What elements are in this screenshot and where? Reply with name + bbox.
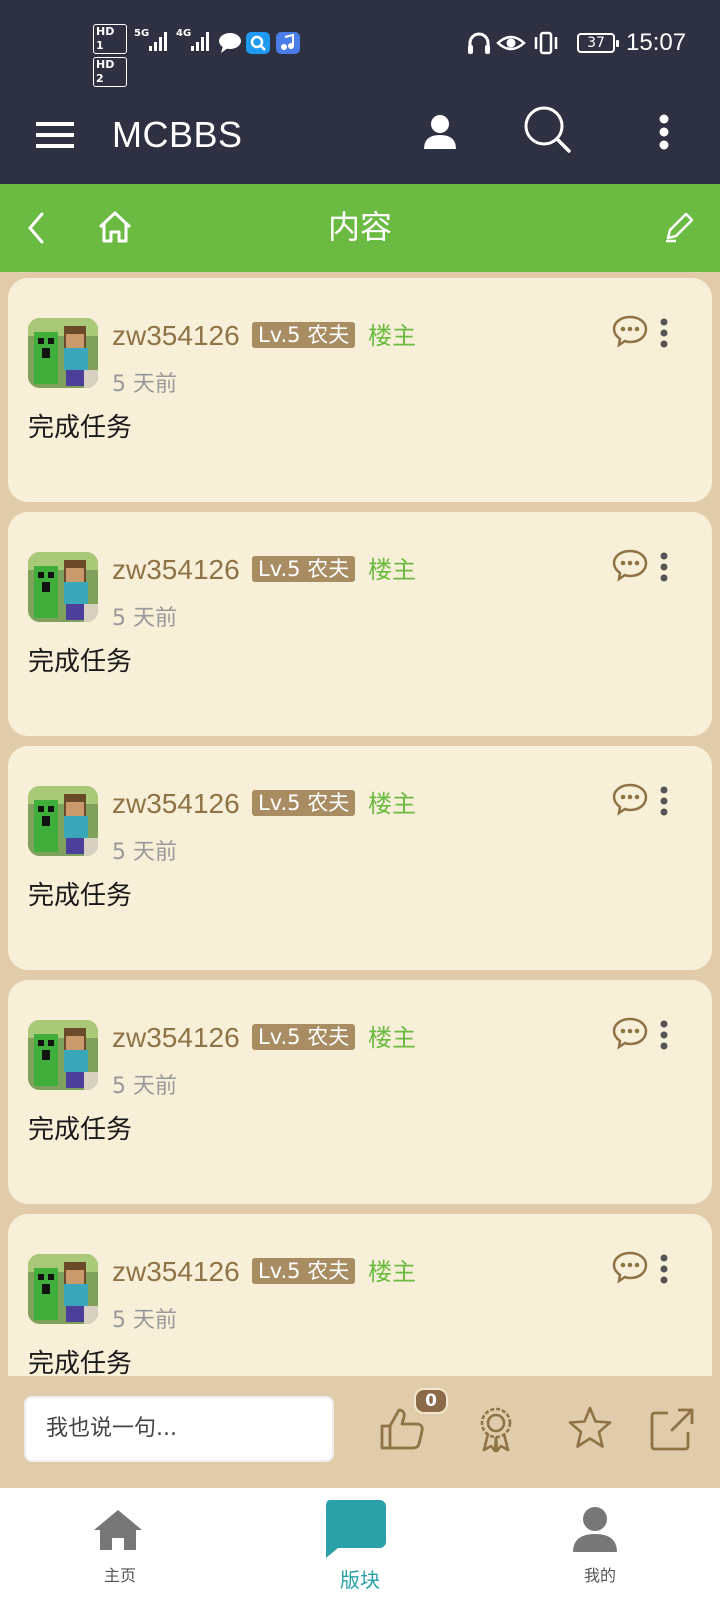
comment-icon[interactable] bbox=[612, 314, 648, 348]
chat-bubble-icon bbox=[326, 1500, 386, 1558]
post-card[interactable]: zw354126 Lv.5 农夫 楼主 5 天前 完成任务 bbox=[8, 980, 712, 1204]
comment-icon[interactable] bbox=[612, 548, 648, 582]
post-author[interactable]: zw354126 bbox=[112, 1254, 240, 1290]
level-badge: Lv.5 农夫 bbox=[252, 1258, 356, 1284]
sim2-label: HD 2 bbox=[93, 57, 127, 87]
post-content: 完成任务 bbox=[28, 1115, 133, 1145]
avatar-image bbox=[28, 1020, 98, 1090]
search-icon bbox=[524, 106, 571, 153]
net1-label: 5G bbox=[134, 28, 150, 39]
level-badge: Lv.5 农夫 bbox=[252, 322, 356, 348]
nav-item-home[interactable]: 主页 bbox=[0, 1488, 240, 1600]
post-card[interactable]: zw354126 Lv.5 农夫 楼主 5 天前 完成任务 bbox=[8, 512, 712, 736]
edit-button[interactable] bbox=[654, 202, 704, 252]
op-tag: 楼主 bbox=[368, 322, 416, 350]
avatar-image bbox=[28, 318, 98, 388]
menu-icon bbox=[36, 122, 74, 148]
op-tag: 楼主 bbox=[368, 1024, 416, 1052]
app-bar: MCBBS bbox=[0, 88, 720, 184]
post-time: 5 天前 bbox=[112, 1308, 177, 1333]
post-content: 完成任务 bbox=[28, 881, 133, 911]
comment-icon[interactable] bbox=[612, 782, 648, 816]
net2-label: 4G bbox=[176, 28, 192, 39]
post-author[interactable]: zw354126 bbox=[112, 552, 240, 588]
vibrate-icon bbox=[534, 31, 558, 55]
search-app-icon bbox=[246, 32, 270, 54]
signal-icon bbox=[149, 32, 167, 51]
post-author[interactable]: zw354126 bbox=[112, 786, 240, 822]
sim-indicators: HD 1 HD 2 bbox=[93, 24, 127, 90]
nav-label-forums: 版块 bbox=[340, 1568, 380, 1592]
post-time: 5 天前 bbox=[112, 606, 177, 631]
star-icon[interactable] bbox=[566, 1404, 614, 1452]
post-time: 5 天前 bbox=[112, 1074, 177, 1099]
op-tag: 楼主 bbox=[368, 1258, 416, 1286]
award-icon[interactable] bbox=[472, 1404, 520, 1452]
avatar[interactable] bbox=[28, 318, 98, 388]
headphones-icon bbox=[468, 32, 490, 54]
sim1-label: HD 1 bbox=[93, 24, 127, 54]
more-options-button[interactable] bbox=[644, 102, 684, 162]
page-title: 内容 bbox=[327, 208, 392, 246]
post-author[interactable]: zw354126 bbox=[112, 318, 240, 354]
edit-icon bbox=[666, 212, 694, 243]
like-count-badge: 0 bbox=[414, 1388, 448, 1414]
post-content: 完成任务 bbox=[28, 647, 133, 677]
status-bar: HD 1 HD 2 5G 4G 37 15:07 bbox=[0, 0, 720, 88]
home-icon bbox=[94, 1510, 142, 1550]
reply-action-bar: 我也说一句... 0 bbox=[0, 1376, 720, 1488]
eye-icon bbox=[496, 35, 526, 51]
search-button[interactable] bbox=[518, 100, 578, 160]
share-icon[interactable] bbox=[648, 1404, 696, 1452]
post-time: 5 天前 bbox=[112, 372, 177, 397]
user-icon bbox=[424, 115, 456, 149]
post-time: 5 天前 bbox=[112, 840, 177, 865]
avatar[interactable] bbox=[28, 552, 98, 622]
person-icon bbox=[573, 1507, 617, 1552]
more-vertical-icon[interactable] bbox=[658, 1254, 670, 1284]
sub-bar: 内容 bbox=[0, 184, 720, 272]
user-button[interactable] bbox=[412, 104, 468, 160]
menu-button[interactable] bbox=[30, 110, 80, 160]
message-bubble-icon bbox=[219, 33, 241, 53]
bottom-navigation: 主页 版块 我的 bbox=[0, 1488, 720, 1600]
post-content: 完成任务 bbox=[28, 413, 133, 443]
avatar[interactable] bbox=[28, 1254, 98, 1324]
more-vertical-icon[interactable] bbox=[658, 786, 670, 816]
post-card[interactable]: zw354126 Lv.5 农夫 楼主 5 天前 完成任务 bbox=[8, 746, 712, 970]
comment-icon[interactable] bbox=[612, 1250, 648, 1284]
nav-item-mine[interactable]: 我的 bbox=[480, 1488, 720, 1600]
avatar[interactable] bbox=[28, 786, 98, 856]
op-tag: 楼主 bbox=[368, 556, 416, 584]
nav-label-home: 主页 bbox=[103, 1566, 136, 1585]
level-badge: Lv.5 农夫 bbox=[252, 556, 356, 582]
comment-icon[interactable] bbox=[612, 1016, 648, 1050]
post-card[interactable]: zw354126 Lv.5 农夫 楼主 5 天前 完成任务 bbox=[8, 1214, 712, 1376]
more-vertical-icon[interactable] bbox=[658, 1020, 670, 1050]
op-tag: 楼主 bbox=[368, 790, 416, 818]
level-badge: Lv.5 农夫 bbox=[252, 1024, 356, 1050]
avatar[interactable] bbox=[28, 1020, 98, 1090]
more-vertical-icon[interactable] bbox=[658, 318, 670, 348]
nav-item-forums[interactable]: 版块 bbox=[240, 1488, 480, 1600]
app-title: MCBBS bbox=[112, 114, 243, 155]
battery-indicator: 37 bbox=[577, 33, 619, 53]
reply-input[interactable]: 我也说一句... bbox=[24, 1396, 334, 1462]
post-content: 完成任务 bbox=[28, 1349, 133, 1376]
music-app-icon bbox=[276, 32, 300, 54]
avatar-image bbox=[28, 1254, 98, 1324]
clock: 15:07 bbox=[626, 29, 687, 56]
more-vertical-icon bbox=[659, 114, 669, 150]
post-card[interactable]: zw354126 Lv.5 农夫 楼主 5 天前 完成任务 bbox=[8, 278, 712, 502]
nav-label-mine: 我的 bbox=[583, 1566, 616, 1585]
avatar-image bbox=[28, 552, 98, 622]
post-feed[interactable]: zw354126 Lv.5 农夫 楼主 5 天前 完成任务 zw354126 L… bbox=[0, 272, 720, 1376]
level-badge: Lv.5 农夫 bbox=[252, 790, 356, 816]
more-vertical-icon[interactable] bbox=[658, 552, 670, 582]
avatar-image bbox=[28, 786, 98, 856]
post-author[interactable]: zw354126 bbox=[112, 1020, 240, 1056]
signal-icon bbox=[191, 32, 209, 51]
